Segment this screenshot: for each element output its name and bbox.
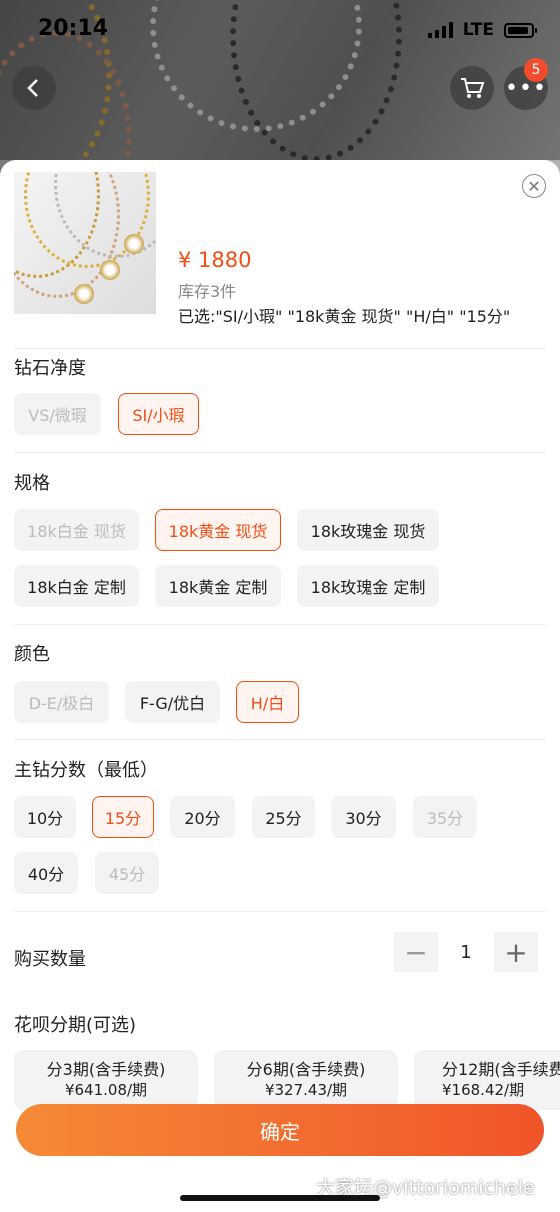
cart-icon (461, 78, 485, 98)
color-option[interactable]: D-E/极白 (14, 681, 109, 723)
spec-option[interactable]: 18k玫瑰金 定制 (297, 565, 439, 607)
selected-summary: 已选:"SI/小瑕" "18k黄金 现货" "H/白" "15分" (178, 307, 511, 326)
spec-option[interactable]: 18k玫瑰金 现货 (297, 509, 439, 551)
divider (14, 348, 546, 349)
product-stock: 库存3件 (178, 282, 237, 301)
signal-icon (427, 22, 453, 38)
carat-title: 主钻分数（最低） (14, 760, 158, 781)
close-icon: ✕ (527, 176, 541, 196)
quantity-title: 购买数量 (14, 949, 86, 970)
plan-amount: ¥168.42/期 (442, 1081, 525, 1099)
product-thumbnail (14, 172, 156, 314)
color-title: 颜色 (14, 644, 50, 665)
spec-option[interactable]: 18k黄金 定制 (155, 565, 281, 607)
back-arrow-icon (27, 79, 38, 97)
carat-option[interactable]: 25分 (252, 796, 315, 838)
product-price: ¥ 1880 (178, 248, 252, 272)
spec-option[interactable]: 18k黄金 现货 (155, 509, 281, 551)
installment-plan[interactable]: 分12期(含手续费) ¥168.42/期 (414, 1050, 560, 1110)
spec-option[interactable]: 18k白金 现货 (14, 509, 139, 551)
cart-button[interactable] (450, 66, 494, 110)
installment-plan[interactable]: 分3期(含手续费) ¥641.08/期 (14, 1050, 198, 1110)
clarity-option[interactable]: SI/小瑕 (118, 393, 199, 435)
carat-option[interactable]: 45分 (95, 852, 159, 894)
color-option[interactable]: F-G/优白 (125, 681, 220, 723)
installment-title: 花呗分期(可选) (14, 1015, 137, 1036)
close-button[interactable]: ✕ (522, 174, 546, 198)
home-indicator (180, 1195, 380, 1201)
carat-option[interactable]: 40分 (14, 852, 78, 894)
battery-icon (504, 22, 537, 38)
plan-label: 分12期(含手续费) (442, 1060, 560, 1079)
divider (14, 452, 546, 453)
spec-option[interactable]: 18k白金 定制 (14, 565, 139, 607)
divider (14, 739, 546, 740)
carat-option[interactable]: 15分 (92, 796, 154, 838)
increase-button[interactable]: + (494, 932, 538, 972)
spec-title: 规格 (14, 473, 50, 494)
status-bar: 20:14 LTE (0, 0, 560, 60)
color-option[interactable]: H/白 (236, 681, 299, 723)
installment-plan[interactable]: 分6期(含手续费) ¥327.43/期 (214, 1050, 398, 1110)
status-time: 20:14 (38, 16, 109, 41)
clarity-title: 钻石净度 (14, 358, 86, 379)
plan-amount: ¥327.43/期 (264, 1081, 348, 1099)
sku-sheet: ✕ ¥ 1880 库存3件 已选:"SI/小瑕" "18k黄金 现货" "H/白… (0, 160, 560, 1212)
carat-option[interactable]: 20分 (170, 796, 235, 838)
cart-badge: 5 (524, 58, 548, 82)
decrease-button[interactable]: − (394, 932, 438, 972)
plan-label: 分6期(含手续费) (246, 1060, 366, 1079)
clarity-option[interactable]: VS/微瑕 (14, 393, 101, 435)
carat-option[interactable]: 30分 (331, 796, 396, 838)
quantity-value[interactable]: 1 (438, 932, 494, 972)
quantity-stepper: − 1 + (394, 932, 538, 972)
network-label: LTE (462, 20, 494, 40)
divider (14, 624, 546, 625)
confirm-button[interactable]: 确定 (16, 1104, 544, 1156)
carat-option[interactable]: 10分 (14, 796, 76, 838)
back-button[interactable] (12, 66, 56, 110)
carat-option[interactable]: 35分 (413, 796, 477, 838)
divider (14, 911, 546, 912)
plan-label: 分3期(含手续费) (46, 1060, 166, 1079)
plan-amount: ¥641.08/期 (64, 1081, 148, 1099)
